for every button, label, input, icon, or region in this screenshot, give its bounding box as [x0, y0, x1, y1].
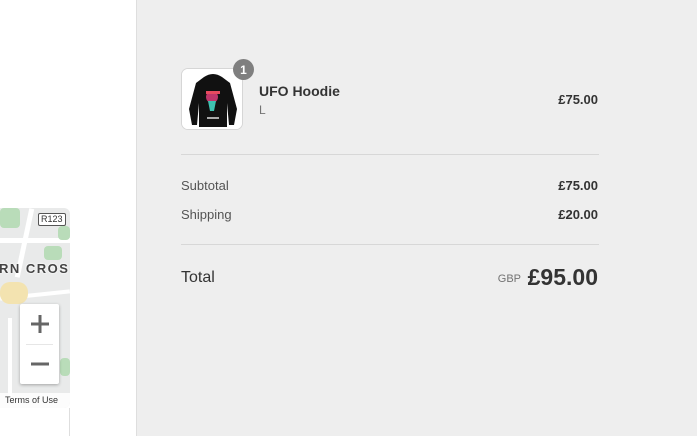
- delivery-map[interactable]: R123 RN CROS Terms of Use: [0, 208, 70, 408]
- map-area-label: RN CROS: [0, 261, 70, 276]
- order-summary: 1 UFO Hoodie L £75.00 Subtotal £75.00 Sh…: [136, 0, 697, 436]
- product-thumbnail: [181, 68, 243, 130]
- divider: [181, 154, 599, 155]
- shipping-value: £20.00: [558, 207, 598, 222]
- pane-divider: [69, 408, 70, 436]
- divider: [181, 244, 599, 245]
- map-park: [44, 246, 62, 260]
- product-variant: L: [259, 103, 266, 117]
- hoodie-icon: [182, 69, 242, 129]
- map-road: [8, 318, 12, 398]
- map-park: [60, 358, 70, 376]
- map-area: [0, 282, 28, 304]
- map-zoom-control: [20, 304, 59, 384]
- map-park: [0, 208, 20, 228]
- checkout-left-pane: R123 RN CROS Terms of Use: [0, 0, 136, 436]
- road-shield: R123: [38, 213, 66, 226]
- quantity-badge: 1: [233, 59, 254, 80]
- subtotal-label: Subtotal: [181, 178, 229, 193]
- total-value: £95.00: [527, 264, 598, 290]
- product-price: £75.00: [558, 92, 598, 107]
- product-name: UFO Hoodie: [259, 83, 340, 99]
- total-currency: GBP: [497, 273, 521, 285]
- shipping-label: Shipping: [181, 207, 232, 222]
- zoom-out-button[interactable]: [20, 344, 59, 384]
- subtotal-value: £75.00: [558, 178, 598, 193]
- map-terms-link[interactable]: Terms of Use: [0, 393, 70, 408]
- map-park: [58, 226, 70, 240]
- minus-icon: [30, 362, 49, 366]
- zoom-in-button[interactable]: [20, 304, 59, 344]
- plus-icon: [30, 315, 49, 333]
- total-label: Total: [181, 269, 215, 286]
